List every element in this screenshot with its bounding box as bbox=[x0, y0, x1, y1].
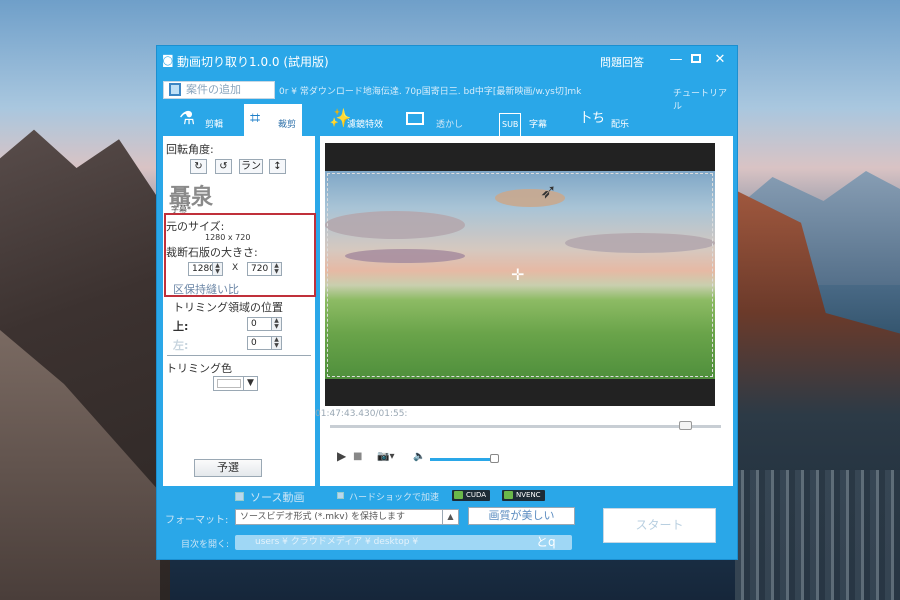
tab-cut[interactable]: ⚗ 剪輯 bbox=[173, 104, 243, 136]
open-folder-button[interactable]: とq bbox=[536, 533, 556, 550]
flip-horizontal-button[interactable]: ラン bbox=[239, 159, 263, 174]
subtitle-icon: SUB bbox=[499, 109, 522, 137]
minimize-button[interactable]: — bbox=[667, 51, 685, 69]
tab-music[interactable]: 卜ち 配乐 bbox=[573, 104, 643, 136]
size-times-sign: X bbox=[232, 263, 239, 273]
trim-color-label: トリミング色 bbox=[166, 362, 232, 375]
help-link[interactable]: 問題回答 bbox=[600, 54, 644, 70]
left-label: 左: bbox=[173, 339, 189, 352]
flip-vertical-button[interactable]: ↕ bbox=[269, 159, 286, 174]
close-button[interactable]: ✕ bbox=[711, 51, 729, 69]
trim-position-label: トリミング領域の位置 bbox=[173, 301, 283, 314]
top-spinner-arrows[interactable]: ▲ ▼ bbox=[271, 318, 281, 330]
crop-icon: ⌗ bbox=[250, 108, 261, 129]
add-project-label: 案件の追加 bbox=[186, 83, 241, 96]
title-bar[interactable]: ◙ 動画切り取り1.0.0 (試用版) 問題回答 — ✕ bbox=[157, 46, 737, 76]
left-offset-input[interactable]: 0 ▲ ▼ bbox=[247, 336, 282, 350]
preset-button[interactable]: 予選 bbox=[194, 459, 262, 477]
crop-settings-panel: 回転角度: ↻ ↺ ラン ↕ 聶泉 字幕* 元のサイズ: 1280 x 720 … bbox=[163, 136, 316, 486]
stop-button[interactable]: ■ bbox=[353, 451, 362, 462]
left-spinner-arrows[interactable]: ▲ ▼ bbox=[271, 337, 281, 349]
volume-slider[interactable] bbox=[430, 458, 494, 461]
hw-accel-checkbox[interactable] bbox=[337, 492, 344, 499]
tab-filter[interactable]: ✨ 濾鏡特效 bbox=[323, 104, 393, 136]
crop-height-input[interactable]: 720 ▲ ▼ bbox=[247, 262, 282, 276]
tab-watermark-label: 透かし bbox=[436, 120, 464, 130]
playback-time: 01:47:43.430/01:55: bbox=[315, 409, 408, 419]
format-label: フォーマット: bbox=[165, 515, 229, 526]
background-town bbox=[735, 470, 900, 600]
scissors-icon: ⚗ bbox=[179, 108, 196, 129]
panel-divider bbox=[167, 355, 311, 356]
music-icon: 卜ち bbox=[579, 111, 606, 126]
tab-subtitle[interactable]: SUB 字幕 bbox=[493, 104, 563, 137]
tab-bar: ⚗ 剪輯 ⌗ 裁剪 ✨ 濾鏡特效 透かし SUB 字幕 卜ち 配乐 bbox=[163, 104, 733, 137]
color-swatch bbox=[217, 379, 241, 388]
tab-cut-label: 剪輯 bbox=[205, 120, 224, 130]
rotate-cw-button[interactable]: ↻ bbox=[190, 159, 207, 174]
output-folder-label: 目次を開く: bbox=[181, 540, 230, 550]
original-size-label: 元のサイズ: bbox=[166, 220, 225, 233]
window-title: 動画切り取り1.0.0 (試用版) bbox=[177, 55, 329, 69]
chevron-up-icon[interactable]: ▲ bbox=[442, 510, 458, 524]
chevron-down-icon[interactable]: ▼ bbox=[243, 377, 257, 390]
original-size-value: 1280 x 720 bbox=[205, 233, 251, 242]
crop-width-input[interactable]: 1280 ▲ ▼ bbox=[188, 262, 223, 276]
quality-button[interactable]: 画質が美しい bbox=[468, 507, 575, 525]
seek-handle[interactable] bbox=[679, 421, 692, 430]
seek-bar[interactable] bbox=[330, 425, 721, 428]
trim-color-picker[interactable]: ▼ bbox=[213, 376, 258, 391]
video-preview[interactable]: ➶ ✛ bbox=[325, 143, 715, 406]
tab-filter-label: 濾鏡特效 bbox=[347, 120, 384, 130]
width-spinner-arrows[interactable]: ▲ ▼ bbox=[212, 263, 222, 275]
play-button[interactable]: ▶ bbox=[337, 449, 346, 463]
format-select[interactable]: ソースビデオ形式 (*.mkv) を保持します ▲ bbox=[235, 509, 459, 525]
top-label: 上: bbox=[173, 320, 189, 333]
file-path: 0r ¥ 常ダウンロード地海伝達. 70p国寄日三. bd中字[最新映画/w.y… bbox=[279, 87, 582, 97]
nvenc-badge: NVENC bbox=[502, 490, 545, 501]
hw-accel-label: ハードショックで加速 bbox=[349, 493, 440, 503]
output-path-field[interactable]: users ¥ クラウドメディア ¥ desktop ¥ bbox=[235, 535, 572, 550]
snapshot-button[interactable]: 📷▾ bbox=[377, 451, 394, 462]
app-logo-icon: ◙ bbox=[162, 53, 174, 67]
tab-crop[interactable]: ⌗ 裁剪 bbox=[244, 104, 302, 136]
cuda-badge: CUDA bbox=[452, 490, 491, 501]
preview-panel: ➶ ✛ 01:47:43.430/01:55: ▶ ■ 📷▾ 🔈 bbox=[315, 136, 733, 486]
rotation-label: 回転角度: bbox=[166, 143, 214, 156]
rotate-ccw-button[interactable]: ↺ bbox=[215, 159, 232, 174]
output-bar: ソース動画 ハードショックで加速 CUDA NVENC フォーマット: ソースビ… bbox=[157, 486, 737, 561]
maximize-icon bbox=[691, 54, 701, 63]
add-project-button[interactable]: 案件の追加 bbox=[163, 81, 275, 99]
tab-subtitle-label: 字幕 bbox=[529, 120, 548, 130]
add-file-icon bbox=[169, 83, 181, 96]
start-button[interactable]: スタート bbox=[603, 508, 716, 543]
maximize-button[interactable] bbox=[687, 51, 705, 69]
app-window: ◙ 動画切り取り1.0.0 (試用版) 問題回答 — ✕ 案件の追加 0r ¥ … bbox=[156, 45, 738, 560]
tab-watermark[interactable]: 透かし bbox=[400, 104, 490, 136]
tab-crop-label: 裁剪 bbox=[278, 120, 297, 130]
file-bar: 案件の追加 0r ¥ 常ダウンロード地海伝達. 70p国寄日三. bd中字[最新… bbox=[163, 79, 733, 112]
source-video-checkbox[interactable] bbox=[235, 492, 244, 501]
height-spinner-arrows[interactable]: ▲ ▼ bbox=[271, 263, 281, 275]
watermark-icon bbox=[406, 109, 424, 130]
volume-icon[interactable]: 🔈 bbox=[413, 451, 425, 462]
tab-music-label: 配乐 bbox=[611, 120, 630, 130]
crop-size-label: 裁断石版の大きさ: bbox=[166, 246, 258, 259]
keep-ratio-checkbox[interactable]: 区保持縫い比 bbox=[173, 281, 239, 297]
top-offset-input[interactable]: 0 ▲ ▼ bbox=[247, 317, 282, 331]
crosshair-icon[interactable]: ✛ bbox=[511, 265, 524, 284]
volume-handle[interactable] bbox=[490, 454, 499, 463]
source-video-label: ソース動画 bbox=[250, 491, 305, 504]
